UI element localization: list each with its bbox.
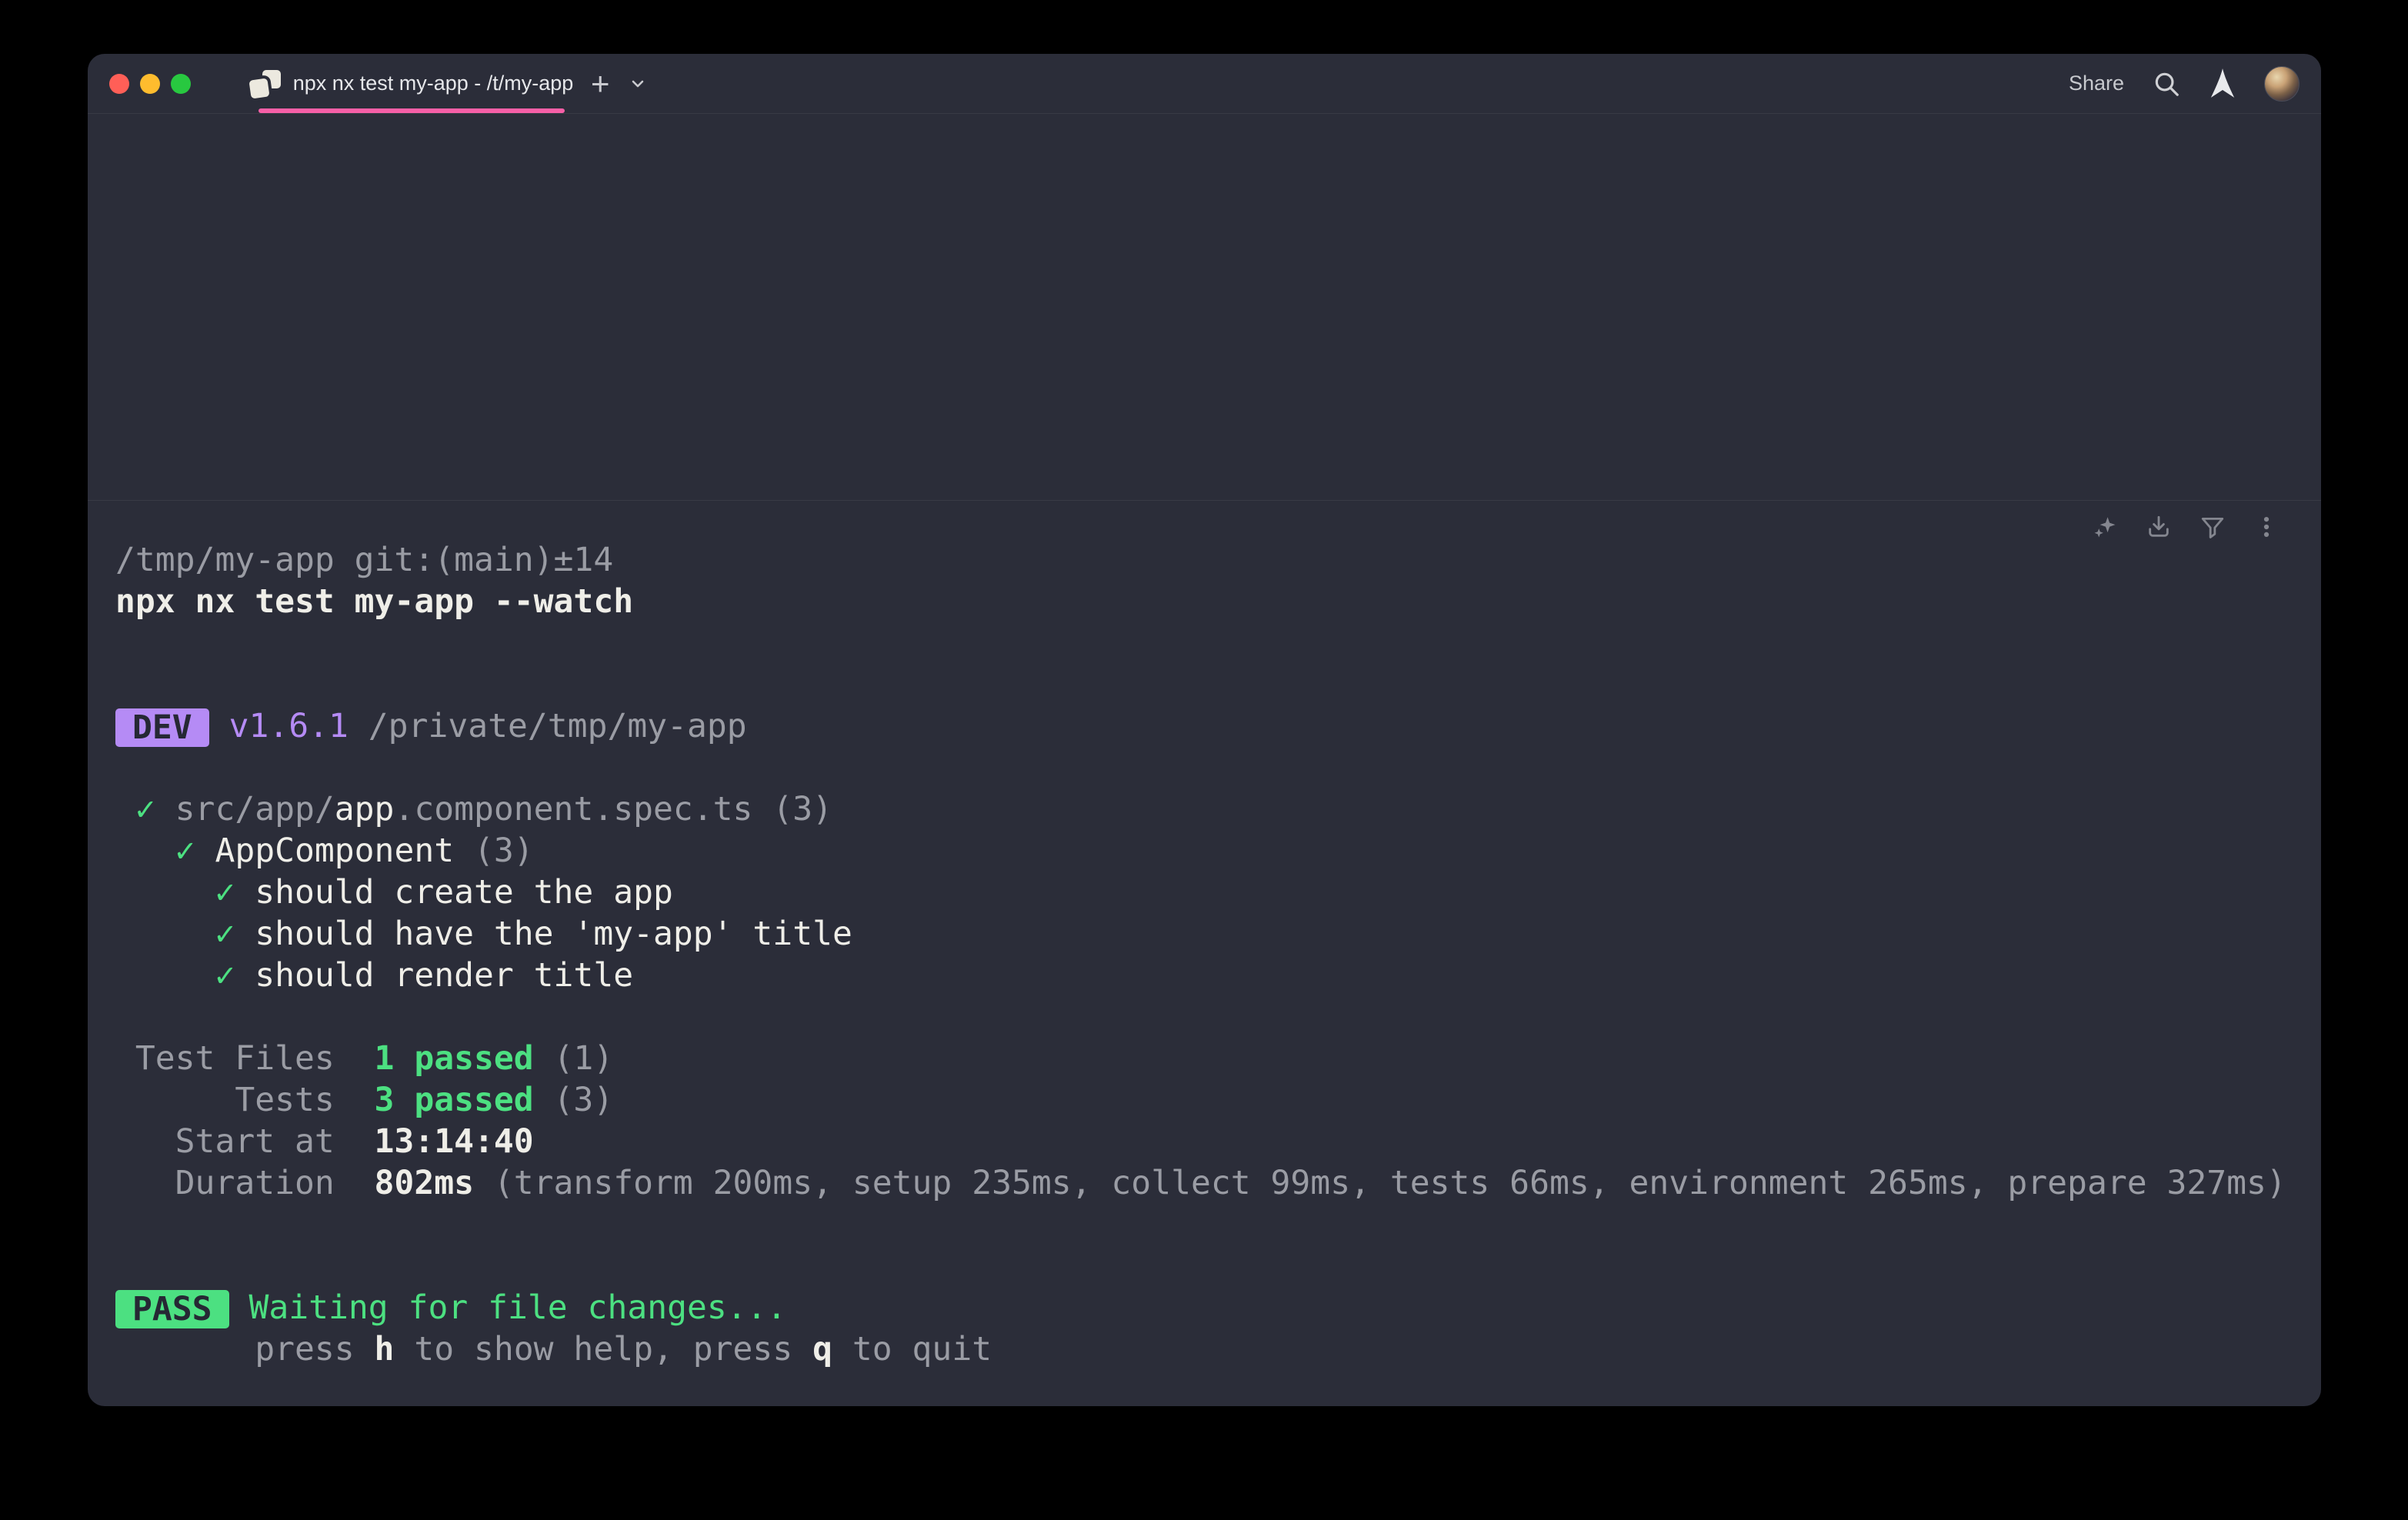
summary-tests-line: Tests 3 passed (3) — [115, 1079, 2290, 1121]
terminal-text: should create the app — [255, 873, 673, 912]
close-button[interactable] — [109, 74, 129, 94]
terminal-output: /tmp/my-app git:(main)±14npx nx test my-… — [88, 501, 2321, 1370]
tab-dropdown-chevron-icon[interactable] — [629, 75, 647, 93]
traffic-lights — [109, 74, 191, 94]
previous-blocks-area[interactable] — [88, 114, 2321, 500]
terminal-text: app — [335, 790, 395, 828]
share-button[interactable]: Share — [2069, 72, 2124, 95]
command-line: npx nx test my-app --watch — [115, 581, 2290, 622]
terminal-text: to show help, press — [394, 1330, 812, 1368]
terminal-text: Duration — [115, 1164, 375, 1202]
search-icon[interactable] — [2152, 69, 2181, 98]
tab-pages-icon — [250, 70, 281, 98]
active-tab[interactable]: npx nx test my-app - /t/my-app — [255, 54, 568, 113]
test-case-line: ✓ should have the 'my-app' title — [115, 913, 2290, 955]
filter-icon[interactable] — [2200, 514, 2226, 540]
terminal-text: Test Files — [115, 1039, 375, 1078]
tab-title: npx nx test my-app - /t/my-app — [293, 72, 574, 95]
zoom-button[interactable] — [171, 74, 191, 94]
terminal-text: 1 passed — [375, 1039, 534, 1078]
terminal-window: npx nx test my-app - /t/my-app + Share — [88, 54, 2321, 1406]
terminal-text — [209, 707, 229, 745]
terminal-text: v1.6.1 — [229, 707, 349, 745]
terminal-text: 13:14:40 — [375, 1122, 534, 1161]
test-suite-line: ✓ AppComponent (3) — [115, 830, 2290, 872]
watch-status-line: PASS Waiting for file changes... — [115, 1287, 2290, 1328]
test-case-line: ✓ should render title — [115, 955, 2290, 996]
blank-line — [115, 996, 2290, 1038]
terminal-text: should have the 'my-app' title — [255, 915, 852, 953]
terminal-text: ✓ — [115, 915, 255, 953]
dev-badge: DEV — [115, 708, 209, 747]
test-case-line: ✓ should create the app — [115, 872, 2290, 913]
blank-line — [115, 1245, 2290, 1287]
terminal-text: /private/tmp/my-app — [349, 707, 747, 745]
terminal-text: to quit — [832, 1330, 992, 1368]
terminal-text: should render title — [255, 956, 633, 995]
terminal-text: ✓ — [115, 832, 215, 870]
terminal-text: /tmp/my-app git:(main)±14 — [115, 541, 613, 579]
terminal-text: press — [115, 1330, 375, 1368]
terminal-text: ✓ — [115, 956, 255, 995]
terminal-text: (3) — [534, 1081, 614, 1119]
terminal-text: (1) — [534, 1039, 614, 1078]
blank-line — [115, 622, 2290, 664]
summary-duration-line: Duration 802ms (transform 200ms, setup 2… — [115, 1162, 2290, 1204]
watch-help-line: press h to show help, press q to quit — [115, 1328, 2290, 1370]
terminal-text: (3) — [454, 832, 534, 870]
terminal-text: (3) — [752, 790, 832, 828]
terminal-text: Waiting for file changes... — [248, 1288, 786, 1327]
blank-line — [115, 664, 2290, 705]
terminal-text: ✓ — [115, 873, 255, 912]
user-avatar[interactable] — [2264, 66, 2300, 102]
kebab-menu-icon[interactable] — [2253, 514, 2280, 540]
terminal-text: Tests — [115, 1081, 375, 1119]
blank-line — [115, 1204, 2290, 1245]
blank-line — [115, 747, 2290, 788]
minimize-button[interactable] — [140, 74, 160, 94]
terminal-text: h — [375, 1330, 395, 1368]
prompt-line: /tmp/my-app git:(main)±14 — [115, 539, 2290, 581]
download-icon[interactable] — [2146, 514, 2172, 540]
terminal-text: .component.spec.ts — [394, 790, 752, 828]
block-toolbar — [2092, 514, 2280, 540]
terminal-text: src/app/ — [175, 790, 335, 828]
terminal-text: (transform 200ms, setup 235ms, collect 9… — [474, 1164, 2286, 1202]
terminal-text: q — [812, 1330, 832, 1368]
terminal-text: ✓ — [115, 790, 175, 828]
ai-sparkles-icon[interactable] — [2092, 514, 2118, 540]
summary-test-files-line: Test Files 1 passed (1) — [115, 1038, 2290, 1079]
terminal-text: 3 passed — [375, 1081, 534, 1119]
title-bar: npx nx test my-app - /t/my-app + Share — [88, 54, 2321, 114]
active-tab-underline — [258, 108, 565, 113]
vitest-header-line: DEV v1.6.1 /private/tmp/my-app — [115, 705, 2290, 747]
terminal-text: 802ms — [375, 1164, 474, 1202]
summary-start-at-line: Start at 13:14:40 — [115, 1121, 2290, 1162]
test-file-line: ✓ src/app/app.component.spec.ts (3) — [115, 788, 2290, 830]
terminal-text — [229, 1288, 249, 1327]
terminal-text: Start at — [115, 1122, 375, 1161]
terminal-text: npx nx test my-app --watch — [115, 582, 633, 621]
pass-badge: PASS — [115, 1290, 229, 1328]
terminal-text: AppComponent — [215, 832, 454, 870]
warp-logo-icon[interactable] — [2209, 68, 2236, 99]
new-tab-button[interactable]: + — [591, 68, 610, 100]
